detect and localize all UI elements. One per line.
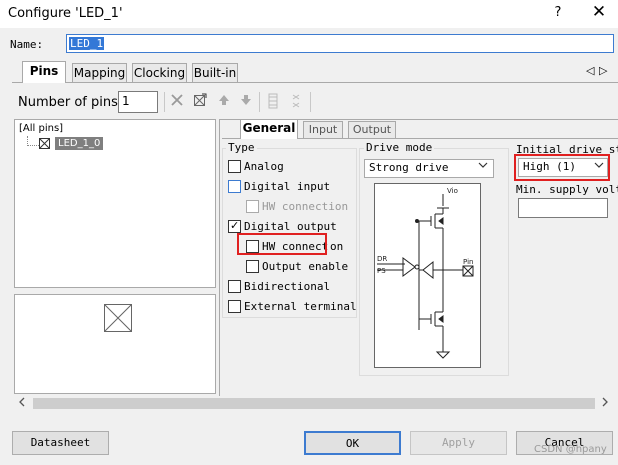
datasheet-button[interactable]: Datasheet <box>12 431 109 455</box>
name-label: Name: <box>10 38 44 51</box>
move-down-icon[interactable] <box>237 93 255 111</box>
analog-label: Analog <box>244 160 284 173</box>
tab-output[interactable]: Output <box>348 121 396 138</box>
output-enable-checkbox[interactable] <box>246 260 259 273</box>
tab-general[interactable]: General <box>240 119 298 139</box>
toolbar-separator <box>259 92 260 112</box>
digital-output-label: Digital output <box>244 220 337 233</box>
type-group-title: Type <box>226 141 257 154</box>
tab-mapping[interactable]: Mapping <box>72 63 127 82</box>
toolbar-separator <box>164 92 165 112</box>
toolbar-separator <box>310 92 311 112</box>
scroll-left-icon[interactable] <box>18 397 26 410</box>
pin-preview-icon <box>104 304 132 332</box>
apply-button[interactable]: Apply <box>410 431 507 455</box>
ok-button[interactable]: OK <box>304 431 401 455</box>
highlight-box-initial-drive <box>514 154 610 181</box>
bidirectional-label: Bidirectional <box>244 280 331 293</box>
digital-output-checkbox[interactable]: ✓ <box>228 219 241 233</box>
tab-divider <box>12 82 618 83</box>
external-terminal-label: External terminal <box>244 300 357 313</box>
pin-preview-panel <box>14 294 216 394</box>
input-hw-connection-label: HW connection <box>262 200 349 213</box>
tree-root-all-pins[interactable]: [All pins] <box>19 123 63 134</box>
name-input[interactable]: LED_1 <box>66 34 614 53</box>
tree-item-led-1-0[interactable]: LED_1_0 <box>55 137 104 150</box>
external-terminal-checkbox[interactable] <box>228 300 241 313</box>
watermark: CSDN @hpany <box>534 444 607 455</box>
tab-clocking[interactable]: Clocking <box>132 63 187 82</box>
tab-scroll-left-icon[interactable]: ◁ <box>586 64 594 77</box>
tab-input[interactable]: Input <box>303 121 343 138</box>
number-of-pins-input[interactable]: 1 <box>118 91 158 113</box>
checkmark-icon: ✓ <box>230 219 240 232</box>
output-enable-label: Output enable <box>262 260 349 273</box>
input-hw-connection-checkbox[interactable] <box>246 200 259 213</box>
tab-pins[interactable]: Pins <box>22 61 66 83</box>
tab-scroll-right-icon[interactable]: ▷ <box>599 64 607 77</box>
move-up-icon[interactable] <box>215 93 233 111</box>
scrollbar-thumb[interactable] <box>33 398 595 409</box>
delete-pin-icon[interactable] <box>168 93 186 111</box>
output-hw-connection-label-suffix: on <box>330 240 344 253</box>
drive-mode-select[interactable]: Strong drive <box>364 159 494 178</box>
scroll-right-icon[interactable] <box>601 397 609 410</box>
digital-input-checkbox[interactable] <box>228 180 241 193</box>
tab-built-in[interactable]: Built-in <box>192 63 238 82</box>
pin-ungroup-icon[interactable] <box>287 93 305 111</box>
drive-mode-title: Drive mode <box>364 141 435 154</box>
diagram-ps-label: PS <box>377 267 386 275</box>
diagram-pin-label: Pin <box>463 258 473 266</box>
highlight-box-hw-connection <box>237 233 327 255</box>
diagram-dr-label: DR <box>377 255 387 263</box>
pin-tree[interactable]: [All pins] LED_1_0 <box>14 119 216 288</box>
number-of-pins-label: Number of pins: <box>18 95 123 110</box>
window-title: Configure 'LED_1' <box>8 6 123 21</box>
name-input-value: LED_1 <box>69 37 105 50</box>
drive-mode-diagram: Vio DR PS Pin <box>374 183 481 368</box>
pin-assign-icon[interactable] <box>191 93 209 111</box>
chevron-down-icon[interactable] <box>478 160 488 173</box>
digital-input-label: Digital input <box>244 180 331 193</box>
help-button[interactable]: ? <box>548 3 568 23</box>
diagram-vio-label: Vio <box>447 187 458 195</box>
analog-checkbox[interactable] <box>228 160 241 173</box>
pin-group-icon[interactable] <box>264 93 282 111</box>
pin-icon <box>39 138 50 149</box>
min-supply-voltage-label: Min. supply volt <box>516 183 618 196</box>
min-supply-voltage-input[interactable] <box>518 198 608 218</box>
close-button[interactable]: ✕ <box>588 1 610 23</box>
bidirectional-checkbox[interactable] <box>228 280 241 293</box>
